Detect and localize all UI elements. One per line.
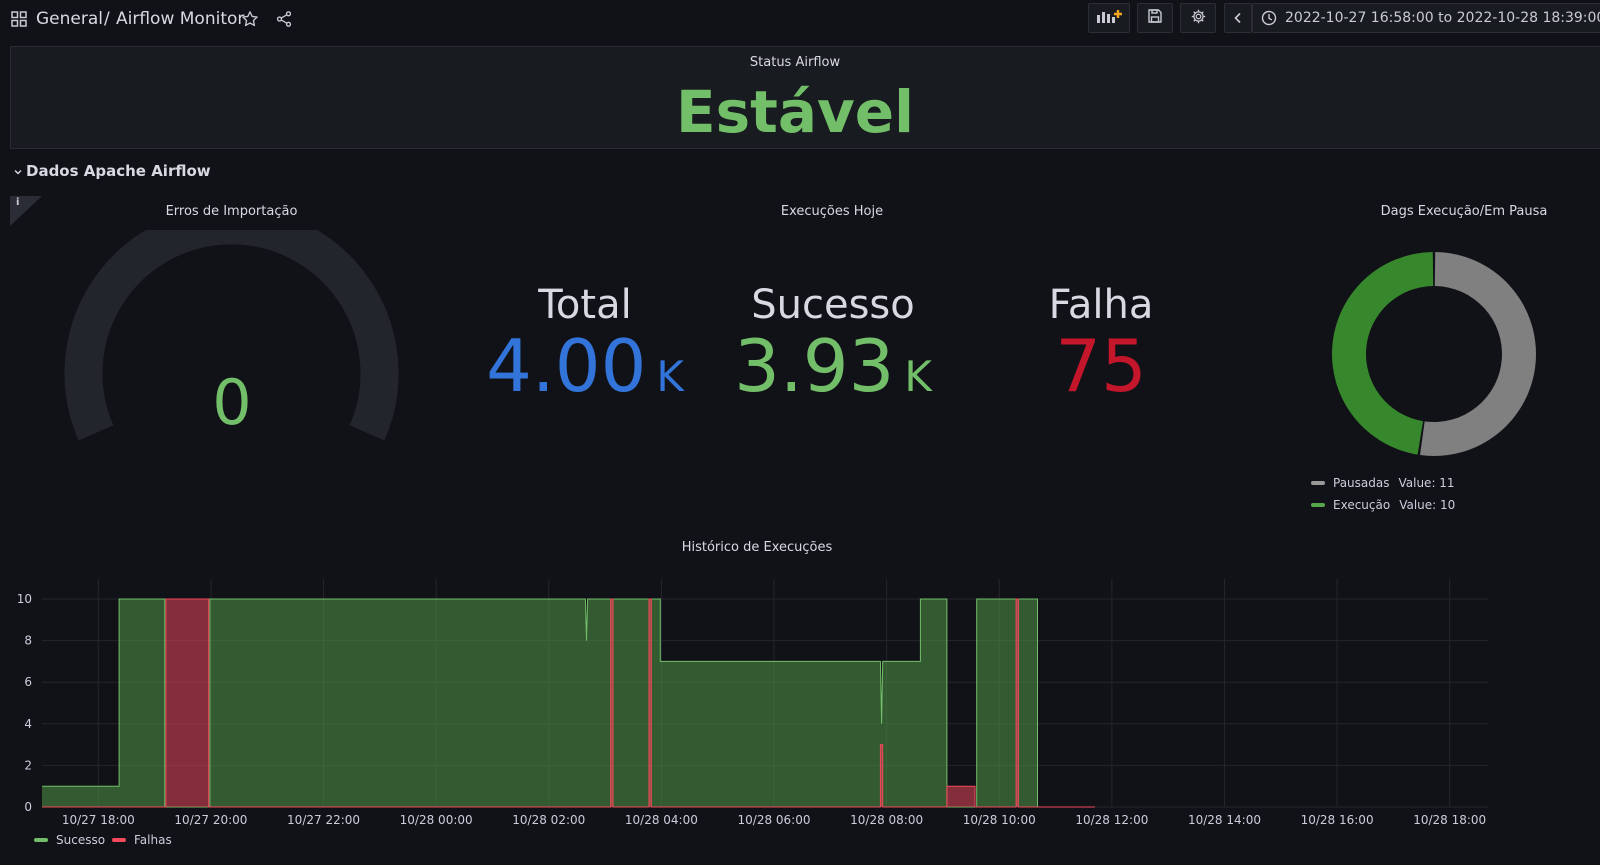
y-tick-label: 8	[24, 634, 32, 648]
legend-swatch-execucao	[1311, 503, 1325, 507]
stat-sucesso-number: 3.93	[734, 324, 895, 408]
x-tick-label: 10/28 04:00	[625, 813, 698, 827]
legend-label-pausadas: Pausadas	[1333, 476, 1390, 490]
dashboard-settings-button[interactable]	[1180, 3, 1216, 33]
status-airflow-panel: Status Airflow Estável	[10, 46, 1600, 149]
time-shift-back-button[interactable]	[1224, 3, 1252, 33]
stat-sucesso: Sucesso 3.93 K	[708, 282, 958, 408]
y-tick-label: 4	[24, 717, 32, 731]
dashboard-toolbar: General / Airflow Monitor 2022-10-27 16:…	[0, 0, 1600, 40]
gauge-value: 0	[212, 366, 252, 439]
donut-slice-pausadas[interactable]	[1420, 252, 1536, 456]
x-tick-label: 10/27 22:00	[287, 813, 360, 827]
breadcrumb-folder[interactable]: General	[36, 9, 103, 29]
x-tick-label: 10/28 14:00	[1188, 813, 1261, 827]
status-value: Estável	[675, 78, 915, 146]
x-tick-label: 10/28 08:00	[850, 813, 923, 827]
x-tick-label: 10/28 06:00	[738, 813, 811, 827]
legend-swatch-pausadas	[1311, 481, 1325, 485]
legend-label-execucao: Execução	[1333, 498, 1391, 512]
stat-sucesso-unit: K	[904, 352, 932, 401]
dags-donut-chart	[1331, 252, 1536, 456]
y-tick-label: 0	[24, 800, 32, 814]
row-dados-apache-airflow[interactable]: Dados Apache Airflow	[14, 162, 211, 180]
history-panel-title: Histórico de Execuções	[681, 540, 833, 555]
legend-value-execucao: Value: 10	[1399, 498, 1456, 512]
stat-total-label: Total	[538, 282, 632, 328]
time-range-label: 2022-10-27 16:58:00 to 2022-10-28 18:39:…	[1285, 10, 1600, 26]
chevron-left-icon	[1233, 9, 1243, 28]
history-legend-falhas[interactable]: Falhas	[112, 833, 172, 847]
donut-slice-execução[interactable]	[1331, 252, 1434, 455]
donut-legend-pausadas[interactable]: Pausadas Value: 11	[1311, 476, 1455, 490]
legend-label-falhas: Falhas	[134, 833, 172, 847]
status-panel-title: Status Airflow	[749, 55, 841, 70]
donut-panel-title: Dags Execução/Em Pausa	[1380, 204, 1548, 219]
stat-sucesso-value: 3.93 K	[708, 324, 958, 408]
legend-value-pausadas: Value: 11	[1398, 476, 1455, 490]
history-legend-sucesso[interactable]: Sucesso	[34, 833, 105, 847]
y-tick-label: 10	[17, 592, 32, 606]
history-area-chart: 0 2 4 6 8 10 10/27 18:00 10/27 20:00 10/27 22:00…	[17, 579, 1488, 827]
time-range-picker[interactable]: 2022-10-27 16:58:00 to 2022-10-28 18:39:…	[1252, 3, 1600, 33]
stat-total-number: 4.00	[486, 324, 647, 408]
apps-grid-icon[interactable]	[11, 11, 27, 27]
add-panel-button[interactable]	[1088, 3, 1130, 33]
x-tick-label: 10/28 18:00	[1413, 813, 1486, 827]
stat-sucesso-label: Sucesso	[751, 282, 915, 328]
y-tick-label: 6	[24, 675, 32, 689]
stat-total: Total 4.00 K	[460, 282, 710, 408]
y-tick-label: 2	[24, 758, 32, 772]
gear-icon	[1190, 8, 1207, 29]
stat-total-unit: K	[656, 352, 684, 401]
legend-swatch-falhas	[112, 838, 126, 842]
stat-falha-value: 75	[976, 324, 1226, 408]
stat-falha-label: Falha	[1048, 282, 1154, 328]
share-icon[interactable]	[275, 10, 293, 32]
legend-label-sucesso: Sucesso	[56, 833, 106, 847]
add-panel-icon	[1096, 8, 1122, 28]
x-tick-label: 10/27 18:00	[62, 813, 135, 827]
stat-falha: Falha 75	[976, 282, 1226, 408]
x-tick-label: 10/28 10:00	[963, 813, 1036, 827]
x-tick-label: 10/28 16:00	[1301, 813, 1374, 827]
chevron-down-icon	[14, 162, 22, 180]
clock-icon	[1261, 10, 1277, 26]
stat-falha-number: 75	[1055, 324, 1147, 408]
x-tick-label: 10/28 00:00	[400, 813, 473, 827]
save-dashboard-button[interactable]	[1137, 3, 1173, 33]
x-tick-label: 10/28 12:00	[1075, 813, 1148, 827]
breadcrumb-separator: /	[104, 9, 110, 29]
x-tick-label: 10/28 02:00	[512, 813, 585, 827]
x-tick-label: 10/27 20:00	[174, 813, 247, 827]
row-title-label: Dados Apache Airflow	[26, 162, 211, 180]
dashboard-title[interactable]: Airflow Monitor	[116, 9, 244, 29]
save-icon	[1147, 8, 1163, 28]
legend-swatch-sucesso	[34, 838, 48, 842]
star-icon[interactable]	[241, 10, 259, 32]
donut-legend-execucao[interactable]: Execução Value: 10	[1311, 498, 1455, 512]
stat-total-value: 4.00 K	[460, 324, 710, 408]
